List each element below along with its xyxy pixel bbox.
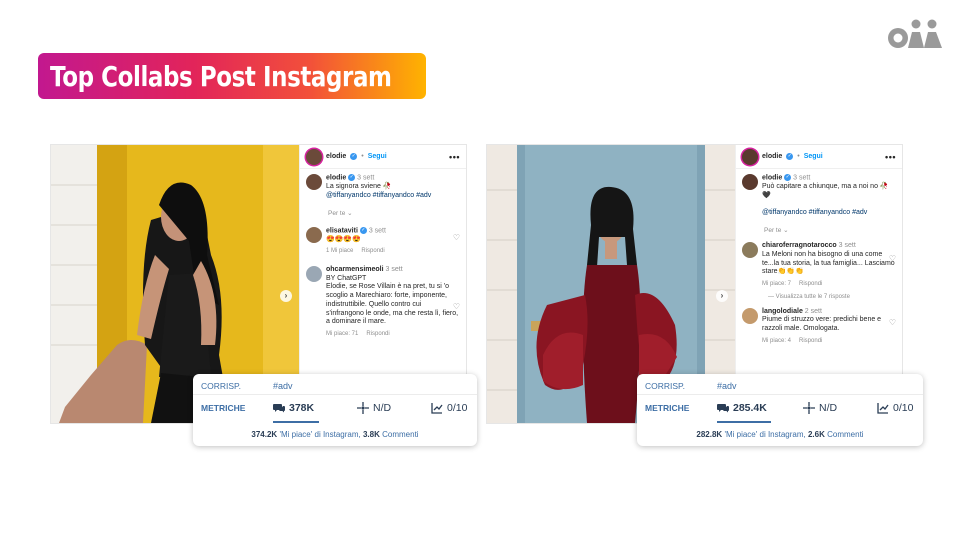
like-heart-icon[interactable]: ♡	[453, 233, 460, 242]
network-icon	[803, 402, 815, 414]
avatar[interactable]	[306, 265, 322, 282]
follow-button[interactable]: Segui	[368, 153, 387, 160]
comment-likes[interactable]: Mi piace: 4	[762, 338, 791, 344]
more-options-icon[interactable]: •••	[885, 152, 896, 162]
comment-time: 3 sett	[368, 226, 386, 234]
comment-text: La Meloni non ha bisogno di una come te.…	[762, 250, 895, 276]
engagement-footer: 374.2K 'Mi piace' di Instagram, 3.8K Com…	[251, 430, 419, 439]
comment-time: 3 sett	[385, 265, 403, 273]
caption-text: Può capitare a chiunque, ma a noi no 🥀🖤	[762, 183, 889, 199]
caption-time: 3 sett	[357, 174, 375, 182]
corrisp-label: CORRISP.	[645, 381, 685, 391]
reply-button[interactable]: Rispondi	[366, 331, 389, 337]
post-header: elodie ✓ • Segui •••	[736, 145, 902, 169]
like-heart-icon[interactable]: ♡	[889, 254, 896, 263]
caption: elodie ✓ 3 sett La signora sviene 🥀 @tif…	[300, 169, 466, 201]
post-username[interactable]: elodie	[762, 153, 782, 160]
chat-bubble-icon	[273, 404, 285, 413]
hashtag-match: #adv	[717, 381, 737, 391]
comment-likes[interactable]: Mi piace: 7	[762, 281, 791, 287]
network-icon	[357, 402, 369, 414]
comment-text: BY ChatGPT Elodie, se Rose Villain è na …	[326, 274, 459, 326]
comment-likes[interactable]: Mi piace: 71	[326, 331, 358, 337]
caption-username[interactable]: elodie	[762, 174, 782, 181]
caption-time: 3 sett	[793, 174, 811, 182]
verified-badge-icon: ✓	[348, 174, 356, 181]
score-stat[interactable]: 0/10	[431, 402, 467, 414]
next-image-button[interactable]: ›	[280, 290, 292, 302]
chat-bubble-icon	[717, 404, 729, 413]
comment-username[interactable]: ohcarmensimeoli	[326, 266, 384, 273]
verified-badge-icon: ✓	[359, 226, 367, 234]
like-heart-icon[interactable]: ♡	[889, 318, 896, 327]
post-username[interactable]: elodie	[326, 153, 346, 160]
title-banner: Top Collabs Post Instagram	[38, 53, 426, 99]
more-options-icon[interactable]: •••	[449, 152, 460, 162]
comment-text: 😍😍😍😍	[326, 235, 361, 243]
trend-chart-icon	[431, 403, 443, 414]
list-item: ohcarmensimeoli 3 sett BY ChatGPT Elodie…	[300, 256, 466, 339]
caption-tags[interactable]: @tiffanyandco #tiffanyandco #adv	[326, 192, 431, 199]
follow-button[interactable]: Segui	[804, 153, 823, 160]
caption: elodie ✓ 3 sett Può capitare a chiunque,…	[736, 169, 902, 218]
divider	[193, 394, 477, 395]
metrics-card-1: CORRISP. #adv METRICHE 378K N/D 0/10 374…	[193, 374, 477, 446]
avatar[interactable]	[742, 242, 758, 259]
active-metric-underline	[717, 421, 771, 423]
comment-username[interactable]: elisataviti	[326, 227, 358, 234]
metriche-label: METRICHE	[645, 403, 690, 413]
list-item: elisataviti ✓ 3 sett 😍😍😍😍 1 Mi piace Risp…	[300, 217, 466, 256]
caption-text: La signora sviene 🥀	[326, 183, 392, 191]
page-title: Top Collabs Post Instagram	[50, 59, 392, 93]
metrics-card-2: CORRISP. #adv METRICHE 285.4K N/D 0/10 2…	[637, 374, 923, 446]
comment-username[interactable]: chiaroferragnotarocco	[762, 242, 837, 249]
avatar[interactable]	[306, 174, 322, 190]
active-metric-underline	[273, 421, 319, 423]
avatar[interactable]	[306, 148, 322, 165]
comment-time: 2 sett	[804, 307, 822, 315]
trend-chart-icon	[877, 403, 889, 414]
per-te-filter[interactable]: Per te ⌄	[300, 201, 466, 217]
metriche-label: METRICHE	[201, 403, 246, 413]
avatar[interactable]	[742, 307, 758, 324]
corrisp-label: CORRISP.	[201, 381, 241, 391]
list-item: chiaroferragnotarocco 3 sett La Meloni n…	[736, 234, 902, 289]
like-heart-icon[interactable]: ♡	[453, 302, 460, 311]
verified-badge-icon: ✓	[784, 174, 792, 181]
oii-logo-icon	[888, 19, 942, 48]
comments-stat[interactable]: 285.4K	[717, 402, 803, 414]
score-stat[interactable]: 0/10	[877, 402, 913, 414]
verified-badge-icon: ✓	[786, 153, 794, 160]
reach-stat[interactable]: N/D	[803, 402, 877, 414]
reach-stat[interactable]: N/D	[357, 402, 431, 414]
caption-tags[interactable]: @tiffanyandco #tiffanyandco #adv	[762, 209, 867, 216]
reply-button[interactable]: Rispondi	[361, 248, 384, 254]
avatar[interactable]	[742, 174, 758, 190]
engagement-footer: 282.8K 'Mi piace' di Instagram, 2.6K Com…	[696, 430, 864, 439]
reply-button[interactable]: Rispondi	[799, 281, 822, 287]
comments-stat[interactable]: 378K	[273, 402, 357, 414]
avatar[interactable]	[742, 148, 758, 165]
comment-time: 3 sett	[838, 242, 856, 250]
reply-button[interactable]: Rispondi	[799, 338, 822, 344]
divider	[637, 394, 923, 395]
next-image-button[interactable]: ›	[716, 290, 728, 302]
view-replies-link[interactable]: — Visualizza tutte le 7 risposte	[736, 289, 902, 300]
per-te-filter[interactable]: Per te ⌄	[736, 218, 902, 234]
comment-likes[interactable]: 1 Mi piace	[326, 248, 353, 254]
hashtag-match: #adv	[273, 381, 293, 391]
post-header: elodie ✓ • Segui •••	[300, 145, 466, 169]
caption-username[interactable]: elodie	[326, 174, 346, 181]
list-item: langolodiale 2 sett Piume di struzzo ver…	[736, 300, 902, 346]
avatar[interactable]	[306, 226, 322, 243]
comment-username[interactable]: langolodiale	[762, 308, 803, 315]
verified-badge-icon: ✓	[350, 153, 358, 160]
comment-text: Piume di struzzo vere: predichi bene e r…	[762, 316, 882, 333]
